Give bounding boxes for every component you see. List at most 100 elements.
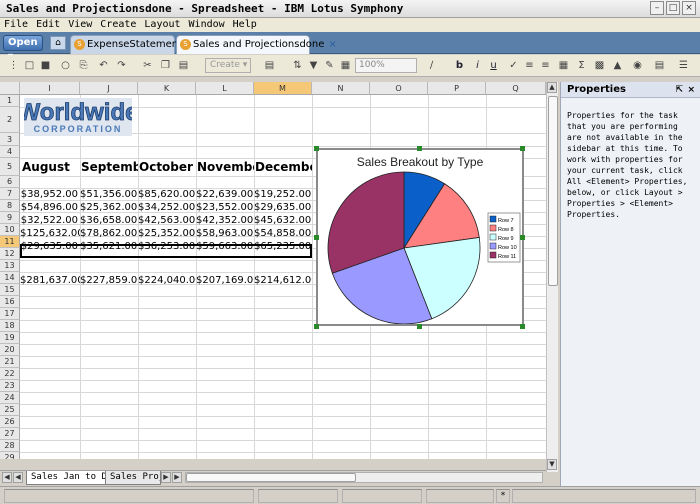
menu-view[interactable]: View [68, 18, 92, 32]
resize-handle[interactable] [314, 324, 319, 329]
row-header[interactable]: 28 [0, 440, 20, 452]
column-header-k[interactable]: K [138, 82, 196, 95]
data-cell[interactable]: $19,252.00 [254, 189, 312, 200]
total-cell[interactable]: $207,169.00 [196, 275, 254, 286]
row-header[interactable]: 20 [0, 344, 20, 356]
resize-handle[interactable] [417, 324, 422, 329]
data-cell[interactable]: $85,620.00 [138, 189, 196, 200]
prev-sheet-icon[interactable]: ◀ [13, 472, 23, 483]
row-header[interactable]: 17 [0, 308, 20, 320]
cut-icon[interactable]: ✂ [140, 58, 155, 73]
data-cell[interactable]: $23,552.00 [196, 202, 254, 213]
close-panel-icon[interactable]: × [687, 82, 695, 98]
close-button[interactable]: × [682, 1, 696, 15]
row-header[interactable]: 16 [0, 296, 20, 308]
row-header[interactable]: 14 [0, 272, 20, 284]
row-header[interactable]: 12 [0, 248, 20, 260]
tab-expense-statement[interactable]: S ExpenseStatement [70, 35, 182, 54]
menu-help[interactable]: Help [233, 18, 257, 32]
sum-icon[interactable]: Σ [574, 58, 589, 73]
fill-color-icon[interactable]: ◉ [630, 58, 645, 73]
column-header-m[interactable]: M [254, 82, 312, 95]
header-october[interactable]: October [139, 160, 196, 174]
data-cell[interactable]: $58,963.00 [196, 228, 254, 239]
data-cell[interactable]: $54,896.00 [20, 202, 80, 213]
resize-handle[interactable] [520, 235, 525, 240]
row-header[interactable]: 18 [0, 320, 20, 332]
column-header-q[interactable]: Q [486, 82, 546, 95]
data-cell[interactable]: $65,235.00 [254, 241, 312, 252]
row-header[interactable]: 3 [0, 133, 20, 146]
column-header-j[interactable]: J [80, 82, 138, 95]
sheet-tab-sales-projections[interactable]: Sales Projections [105, 471, 161, 485]
total-cell[interactable]: $214,612.00 [254, 275, 312, 286]
new-document-icon[interactable]: □ [22, 58, 37, 73]
align-center-icon[interactable]: ≡ [538, 58, 553, 73]
save-icon[interactable]: ■ [38, 58, 53, 73]
row-header[interactable]: 11 [0, 236, 20, 248]
close-tab-icon[interactable]: × [328, 39, 336, 50]
scrollbar-thumb[interactable] [548, 96, 558, 286]
resize-handle[interactable] [314, 235, 319, 240]
data-cell[interactable]: $29,635.00 [254, 202, 312, 213]
data-cell[interactable]: $59,663.00 [196, 241, 254, 252]
row-header[interactable]: 5 [0, 158, 20, 176]
create-dropdown[interactable]: Create ▾ [205, 58, 251, 73]
resize-handle[interactable] [314, 146, 319, 151]
data-cell[interactable]: $36,253.00 [138, 241, 196, 252]
data-cell[interactable]: $25,352.00 [138, 228, 196, 239]
total-cell[interactable]: $281,637.00 [20, 275, 80, 286]
home-icon[interactable]: ⌂ [50, 36, 66, 50]
undo-icon[interactable]: ↶ [96, 58, 111, 73]
data-cell[interactable]: $25,362.00 [80, 202, 138, 213]
data-cell[interactable]: $42,563.00 [138, 215, 196, 226]
merge-icon[interactable]: ▦ [556, 58, 571, 73]
column-header-o[interactable]: O [370, 82, 428, 95]
row-header[interactable]: 25 [0, 404, 20, 416]
spellcheck-icon[interactable]: ✓ [506, 58, 521, 73]
table-icon[interactable]: ▦ [338, 58, 353, 73]
horizontal-scrollbar[interactable] [185, 472, 543, 483]
filter-icon[interactable]: ▼ [306, 58, 321, 73]
menu-create[interactable]: Create [100, 18, 136, 32]
menu-layout[interactable]: Layout [144, 18, 180, 32]
menu-edit[interactable]: Edit [36, 18, 60, 32]
bold-icon[interactable]: b [452, 58, 467, 73]
row-header[interactable]: 6 [0, 176, 20, 188]
scrollbar-thumb[interactable] [186, 473, 356, 482]
pin-icon[interactable]: ⇱ [675, 82, 683, 98]
row-header[interactable]: 21 [0, 356, 20, 368]
copy-icon[interactable]: ❐ [158, 58, 173, 73]
row-header[interactable]: 9 [0, 212, 20, 224]
italic-icon[interactable]: i [470, 58, 485, 73]
scroll-down-icon[interactable]: ▼ [547, 459, 557, 470]
next-sheet-icon[interactable]: ▶ [161, 472, 171, 483]
sort-icon[interactable]: ⇅ [290, 58, 305, 73]
row-header[interactable]: 8 [0, 200, 20, 212]
column-header-n[interactable]: N [312, 82, 370, 95]
row-header[interactable]: 4 [0, 146, 20, 158]
brush-icon[interactable]: ∕ [424, 58, 439, 73]
header-december[interactable]: December [255, 160, 312, 174]
header-september[interactable]: September [81, 160, 138, 174]
row-header[interactable]: 24 [0, 392, 20, 404]
row-header[interactable]: 29 [0, 452, 20, 459]
scroll-up-icon[interactable]: ▲ [547, 82, 557, 93]
data-cell[interactable]: $38,952.00 [20, 189, 80, 200]
open-button[interactable]: Open ▾ [3, 35, 43, 62]
data-cell[interactable]: $32,522.00 [20, 215, 80, 226]
data-cell[interactable]: $54,858.00 [254, 228, 312, 239]
align-left-icon[interactable]: ≡ [522, 58, 537, 73]
corner-cell[interactable] [0, 82, 20, 95]
resize-handle[interactable] [520, 146, 525, 151]
print-icon[interactable]: ⎘ [76, 58, 91, 73]
redo-icon[interactable]: ↷ [114, 58, 129, 73]
row-header[interactable]: 2 [0, 107, 20, 133]
column-header-i[interactable]: I [20, 82, 80, 95]
column-header-p[interactable]: P [428, 82, 486, 95]
row-header[interactable]: 23 [0, 380, 20, 392]
columns-icon[interactable]: ▤ [652, 58, 667, 73]
chart-icon[interactable]: ▩ [592, 58, 607, 73]
row-header[interactable]: 27 [0, 428, 20, 440]
menu-window[interactable]: Window [189, 18, 225, 32]
